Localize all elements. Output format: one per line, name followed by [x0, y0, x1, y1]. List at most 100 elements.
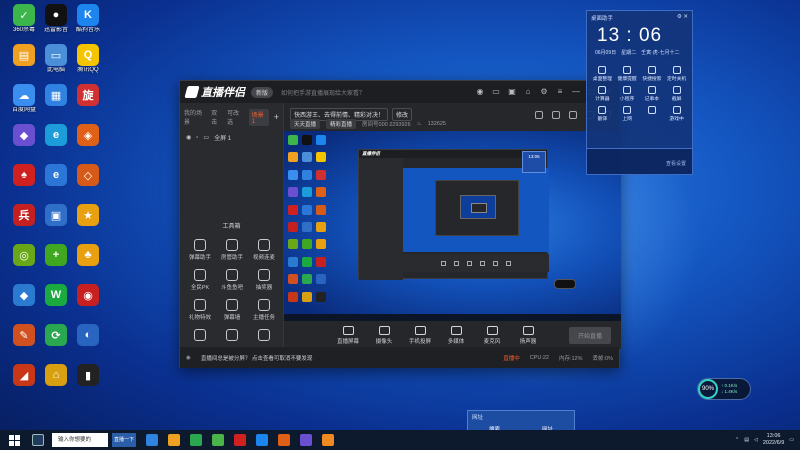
taskbar-app-icon[interactable]	[278, 434, 290, 446]
widget-item-calculator[interactable]: 计算器	[590, 86, 615, 102]
phone-cast-button[interactable]: 手机投屏	[406, 325, 434, 345]
desktop-icon[interactable]: ◇	[70, 164, 106, 187]
tab-editable[interactable]: 可改选	[227, 108, 244, 126]
camera-pip[interactable]	[554, 279, 576, 289]
task-view-icon[interactable]	[32, 434, 44, 446]
taskbar-app-icon[interactable]	[168, 434, 180, 446]
widget-item-shutdown[interactable]: 定时关机	[664, 66, 689, 82]
notification-icon[interactable]: ▭	[789, 437, 794, 443]
desktop-icon[interactable]: ★	[70, 204, 106, 227]
network-icon[interactable]: ▤	[744, 437, 749, 443]
add-scene-icon[interactable]: +	[274, 112, 279, 122]
taskbar-app-icon[interactable]	[300, 434, 312, 446]
desktop-icon[interactable]: K 酷狗音乐	[70, 4, 106, 34]
desktop-icon[interactable]: ✓ 360杀毒	[6, 4, 42, 34]
menu-icon[interactable]: ≡	[555, 87, 565, 97]
tool-pk[interactable]: 全民PK	[184, 269, 216, 291]
user-avatar-icon[interactable]: ◉	[475, 87, 485, 97]
speed-gauge[interactable]: 90% ↑ 0.1K/s ↓ 1.4K/s	[697, 378, 751, 400]
taskbar-app-icon[interactable]	[234, 434, 246, 446]
desktop-icon[interactable]: ◆	[6, 284, 42, 307]
widget-close-icon[interactable]: ⚙ ✕	[677, 14, 688, 22]
tool-more[interactable]	[248, 329, 280, 343]
taskbar-app-icon[interactable]	[212, 434, 224, 446]
screen-capture-button[interactable]: 直播屏幕	[334, 325, 362, 345]
camera-button[interactable]: 摄像头	[370, 325, 398, 345]
tool-danmaku-wall[interactable]: 弹幕墙	[216, 299, 248, 321]
desktop-icon[interactable]: ▭ 此电脑	[38, 44, 74, 74]
lock-icon[interactable]	[552, 111, 560, 119]
tool-lottery[interactable]: 抽奖器	[248, 269, 280, 291]
tool-room-admin[interactable]: 房管助手	[216, 239, 248, 261]
tool-download[interactable]	[184, 329, 216, 343]
message-icon[interactable]: ▭	[491, 87, 501, 97]
windows-start-icon[interactable]	[6, 432, 22, 448]
status-notice[interactable]: 直播间总是被分屏？ 点击查看可取消不要发现	[201, 354, 313, 362]
tool-host-tasks[interactable]: 主播任务	[248, 299, 280, 321]
app-titlebar[interactable]: 直播伴侣 新版 如何把手游直播展现给大家看？ ◉ ▭ ▣ ⌂ ⚙ ≡ — ▢ ✕	[180, 81, 619, 103]
taskbar-app-icon[interactable]	[256, 434, 268, 446]
desktop-icon[interactable]: ⟳	[38, 324, 74, 347]
highlight-chip[interactable]: 精彩直播	[326, 119, 357, 129]
desktop-icon[interactable]: W	[38, 284, 74, 307]
widget-item-health[interactable]: 健康提醒	[615, 66, 640, 82]
promo-link[interactable]: 如何把手游直播展现给大家看？	[281, 88, 365, 97]
clip-icon[interactable]	[569, 111, 577, 119]
tab-double[interactable]: 双击	[211, 108, 222, 126]
minimize-icon[interactable]: —	[571, 87, 581, 97]
desktop-icon[interactable]: ● 迅雷影音	[38, 4, 74, 34]
version-badge[interactable]: 新版	[251, 86, 274, 98]
start-live-button[interactable]: 开始直播	[568, 326, 611, 344]
widget-settings-link[interactable]: 查看设置	[666, 160, 686, 167]
desktop-icon[interactable]: ☁ 百度网盘	[6, 84, 42, 114]
volume-icon[interactable]: ◁	[754, 437, 758, 443]
category-chip[interactable]: 天天直播	[290, 119, 321, 129]
taskbar-active-app[interactable]: 直播一下	[112, 433, 136, 447]
stream-preview[interactable]: 直播伴侣 13:06	[284, 131, 621, 321]
taskbar-app-icon[interactable]	[190, 434, 202, 446]
scene-item[interactable]: ◉ ▫ ▭ 全屏 1	[180, 129, 283, 146]
desktop-icon[interactable]: 兵	[6, 204, 42, 227]
eye-icon[interactable]: ◉	[186, 134, 191, 141]
desktop-icon[interactable]: ⌂	[38, 364, 74, 387]
desktop-icon[interactable]: ♣	[70, 244, 106, 267]
tool-gift-effects[interactable]: 礼物特效	[184, 299, 216, 321]
desktop-icon[interactable]: ◆	[6, 124, 42, 147]
widget-item-search[interactable]: 快捷搜索	[640, 66, 665, 82]
desktop-icon[interactable]: ▦	[38, 84, 74, 107]
widget-item-miniapp[interactable]: 小程序	[615, 86, 640, 102]
widget-item-notepad[interactable]: 记事本	[640, 86, 665, 102]
desktop-icon[interactable]: ♠	[6, 164, 42, 187]
media-button[interactable]: 多媒体	[442, 325, 470, 345]
widget-item-desktop-organize[interactable]: 桌面整理	[590, 66, 615, 82]
desktop-icon[interactable]: +	[38, 244, 74, 267]
widget-item-game[interactable]: 游戏中	[664, 106, 689, 122]
desktop-icon[interactable]: ◉	[70, 284, 106, 307]
taskbar-search-input[interactable]: 输入你想要的	[52, 433, 108, 447]
desktop-icon[interactable]: ▤	[6, 44, 42, 67]
microphone-button[interactable]: 麦克风	[478, 325, 506, 345]
desktop-icon[interactable]: ◎	[6, 244, 42, 267]
desktop-icon[interactable]: Q 腾讯QQ	[70, 44, 106, 74]
widget-item-translate[interactable]: 翻译	[590, 106, 615, 122]
tool-danmaku-assistant[interactable]: 弹幕助手	[184, 239, 216, 261]
taskbar-app-icon[interactable]	[146, 434, 158, 446]
tab-scene-1[interactable]: 场景1	[248, 108, 269, 126]
tray-up-arrow-icon[interactable]: ⌃	[735, 437, 739, 443]
record-icon[interactable]	[535, 111, 543, 119]
desktop-icon[interactable]: ✎	[6, 324, 42, 347]
tab-my-scenes[interactable]: 我的场景	[184, 108, 206, 126]
desktop-icon[interactable]: 旋	[70, 84, 106, 107]
gift-icon[interactable]: ▣	[507, 87, 517, 97]
speaker-button[interactable]: 扬声器	[514, 325, 542, 345]
taskbar-clock[interactable]: 13:06 2022/6/9	[763, 433, 784, 447]
tool-video-link[interactable]: 视频连麦	[248, 239, 280, 261]
desktop-icon[interactable]: ▮	[70, 364, 106, 387]
widget-item-web[interactable]: 上网	[615, 106, 640, 122]
tool-wand[interactable]	[216, 329, 248, 343]
taskbar-app-icon[interactable]	[322, 434, 334, 446]
tool-fish-bar[interactable]: 斗鱼鱼吧	[216, 269, 248, 291]
desktop-icon[interactable]: e	[38, 124, 74, 147]
desktop-icon[interactable]: ▣	[38, 204, 74, 227]
desktop-icon[interactable]: e	[38, 164, 74, 187]
